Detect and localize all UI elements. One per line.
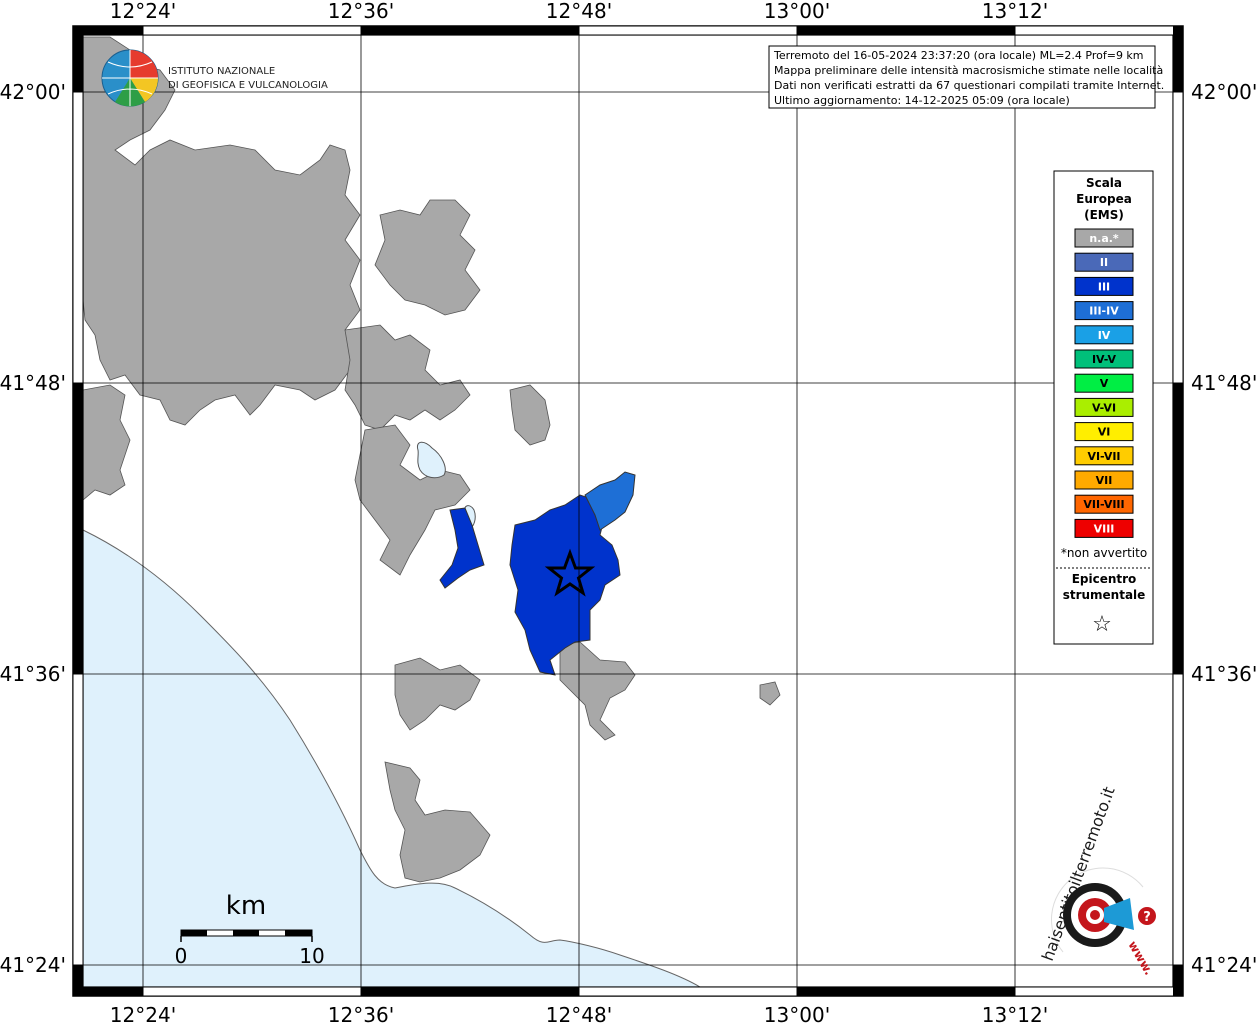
urban-west-fringe: [82, 384, 131, 501]
frame-segment-left: [72, 673, 84, 966]
info-line-event: Terremoto del 16-05-2024 23:37:20 (ora l…: [773, 49, 1144, 62]
frame-segment-top: [578, 25, 798, 36]
frame-segment-bottom: [142, 986, 362, 997]
legend-swatch-label: IV: [1098, 329, 1111, 342]
legend-swatch-label: VIII: [1094, 522, 1115, 535]
legend-title-line1: Scala: [1086, 176, 1122, 190]
frame-segment-right: [1172, 673, 1184, 966]
top-lon-label: 13°00': [764, 0, 830, 23]
intensity-legend: Scala Europea (EMS) n.a.*IIIIIIII-IVIVIV…: [1053, 170, 1154, 645]
right-lat-label: 41°48': [1191, 371, 1256, 395]
left-lat-label: 41°36': [0, 662, 66, 686]
legend-swatch-label: V: [1100, 377, 1109, 390]
bottom-axis-labels: 12°24' 12°36' 12°48' 13°00' 13°12': [110, 1003, 1048, 1024]
scale-bar-unit: km: [226, 891, 266, 921]
frame-segment-bottom: [361, 987, 579, 996]
frame-segment-top: [73, 26, 143, 35]
hsit-target-dot: [1090, 910, 1100, 920]
scale-bar-start-label: 0: [175, 944, 188, 968]
left-lat-label: 41°24': [0, 953, 66, 977]
legend-swatch-label: VII: [1096, 474, 1113, 487]
legend-title-line2: Europea: [1076, 192, 1132, 206]
frame-segment-bottom: [73, 987, 143, 996]
frame-segment-right: [1173, 383, 1183, 674]
right-lat-label: 41°24': [1191, 953, 1256, 977]
scale-bar-segment: [181, 930, 207, 936]
frame-segment-left: [73, 26, 83, 92]
left-lat-label: 42°00': [0, 80, 66, 104]
legend-title-line3: (EMS): [1084, 208, 1124, 222]
legend-swatch-label: n.a.*: [1089, 232, 1119, 245]
ingv-logo-line1: ISTITUTO NAZIONALE: [168, 66, 275, 77]
info-line-data-source: Dati non verificati estratti da 67 quest…: [774, 79, 1164, 92]
legend-swatch-label: III-IV: [1089, 305, 1119, 318]
ingv-logo-line2: DI GEOFISICA E VULCANOLOGIA: [168, 80, 328, 91]
scale-bar-segment: [285, 930, 312, 936]
legend-swatch-label: VI-VII: [1087, 450, 1120, 463]
bottom-lon-label: 12°36': [328, 1003, 394, 1024]
legend-swatch-label: IV-V: [1092, 353, 1117, 366]
frame-segment-top: [142, 25, 362, 36]
bottom-lon-label: 12°48': [546, 1003, 612, 1024]
frame-segment-right: [1172, 91, 1184, 384]
legend-swatch-label: VII-VIII: [1083, 498, 1124, 511]
legend-epicenter-star-icon: ☆: [1092, 612, 1112, 637]
left-lat-label: 41°48': [0, 371, 66, 395]
top-lon-label: 12°24': [110, 0, 176, 23]
legend-swatch-label: V-VI: [1092, 401, 1116, 414]
legend-swatch-label: II: [1100, 256, 1108, 269]
legend-footnote: *non avvertito: [1061, 546, 1147, 560]
frame-segment-right: [1173, 965, 1183, 996]
info-line-last-update: Ultimo aggiornamento: 14-12-2025 05:09 (…: [774, 94, 1070, 107]
frame-segment-left: [73, 965, 83, 996]
frame-segment-top: [1014, 25, 1184, 36]
frame-segment-left: [73, 383, 83, 674]
right-axis-labels: 42°00' 41°48' 41°36' 41°24': [1191, 80, 1256, 977]
frame-segment-top: [361, 26, 579, 35]
frame-segment-right: [1173, 26, 1183, 92]
scale-bar-segment: [233, 930, 259, 936]
right-lat-label: 41°36': [1191, 662, 1256, 686]
bottom-lon-label: 13°12': [982, 1003, 1048, 1024]
frame-segment-left: [72, 91, 84, 384]
event-info-box: Terremoto del 16-05-2024 23:37:20 (ora l…: [768, 45, 1164, 109]
top-lon-label: 12°48': [546, 0, 612, 23]
legend-swatch-label: III: [1098, 280, 1110, 293]
top-axis-labels: 12°24' 12°36' 12°48' 13°00' 13°12': [110, 0, 1048, 23]
info-line-description: Mappa preliminare delle intensità macros…: [774, 64, 1163, 77]
legend-epicenter-title-line2: strumentale: [1063, 588, 1146, 602]
bottom-lon-label: 12°24': [110, 1003, 176, 1024]
frame-segment-bottom: [797, 987, 1015, 996]
right-lat-label: 42°00': [1191, 80, 1256, 104]
frame-segment-bottom: [1014, 986, 1184, 997]
top-lon-label: 13°12': [982, 0, 1048, 23]
top-lon-label: 12°36': [328, 0, 394, 23]
left-axis-labels: 42°00' 41°48' 41°36' 41°24': [0, 80, 66, 977]
scale-bar-end-label: 10: [299, 944, 324, 968]
legend-swatch-label: VI: [1098, 426, 1111, 439]
bottom-lon-label: 13°00': [764, 1003, 830, 1024]
hsit-question-glyph: ?: [1143, 910, 1151, 925]
frame-segment-top: [797, 26, 1015, 35]
legend-epicenter-title-line1: Epicentro: [1072, 572, 1137, 586]
seismic-intensity-map: 12°24' 12°36' 12°48' 13°00' 13°12' 12°24…: [0, 0, 1256, 1024]
frame-segment-bottom: [578, 986, 798, 997]
